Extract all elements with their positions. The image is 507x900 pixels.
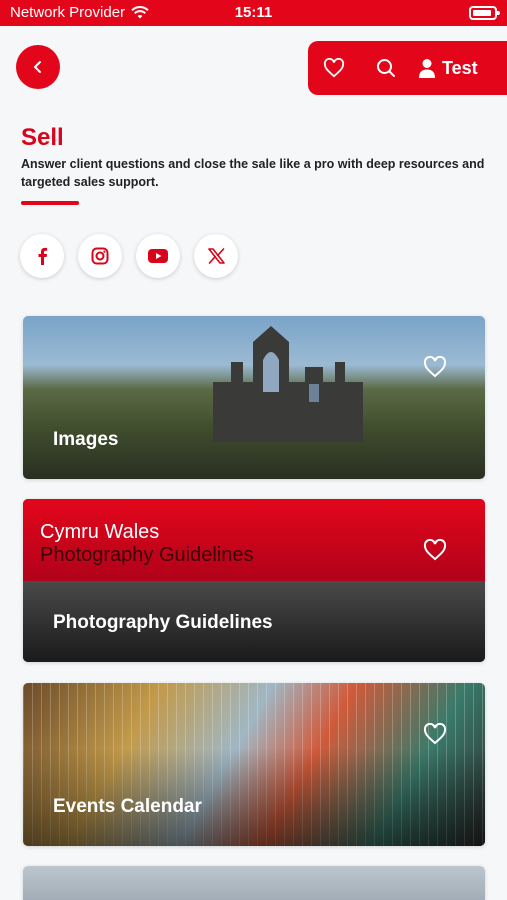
social-links [20, 234, 238, 278]
card-photography-guidelines[interactable]: Cymru Wales Photography Guidelines Photo… [23, 499, 485, 662]
card-partial[interactable] [23, 866, 485, 900]
battery-icon [469, 6, 500, 20]
abbey-ruin-image [213, 326, 363, 442]
user-icon [419, 59, 435, 78]
heart-icon [323, 58, 345, 78]
chevron-left-icon [34, 61, 41, 73]
card-label: Photography Guidelines [53, 612, 273, 633]
card-label: Events Calendar [53, 796, 202, 817]
x-icon [207, 248, 225, 264]
banner-subtitle: Photography Guidelines [40, 544, 254, 566]
search-button[interactable] [360, 41, 412, 95]
x-button[interactable] [194, 234, 238, 278]
instagram-button[interactable] [78, 234, 122, 278]
card-label: Images [53, 429, 119, 450]
guidelines-banner: Cymru Wales Photography Guidelines [23, 499, 485, 581]
favorite-heart-icon[interactable] [423, 723, 447, 745]
card-images[interactable]: Images [23, 316, 485, 479]
page-description: Answer client questions and close the sa… [21, 157, 485, 189]
back-button[interactable] [16, 45, 60, 89]
search-icon [377, 59, 395, 77]
profile-label: Test [442, 57, 478, 78]
youtube-icon [148, 249, 168, 263]
favorite-heart-icon[interactable] [423, 356, 447, 378]
favorites-button[interactable] [308, 41, 360, 95]
header-actions: Test [308, 41, 507, 95]
facebook-icon [38, 247, 48, 265]
favorite-heart-icon[interactable] [423, 539, 447, 561]
status-time: 15:11 [234, 4, 273, 21]
card-shade [23, 683, 485, 846]
page-title: Sell [21, 124, 64, 151]
title-underline [21, 201, 79, 205]
status-bar: Network Provider 15:11 [0, 0, 507, 26]
card-events-calendar[interactable]: Events Calendar [23, 683, 485, 846]
banner-title: Cymru Wales [40, 521, 160, 543]
profile-button[interactable]: Test [412, 58, 478, 79]
facebook-button[interactable] [20, 234, 64, 278]
youtube-button[interactable] [136, 234, 180, 278]
instagram-icon [91, 247, 109, 265]
